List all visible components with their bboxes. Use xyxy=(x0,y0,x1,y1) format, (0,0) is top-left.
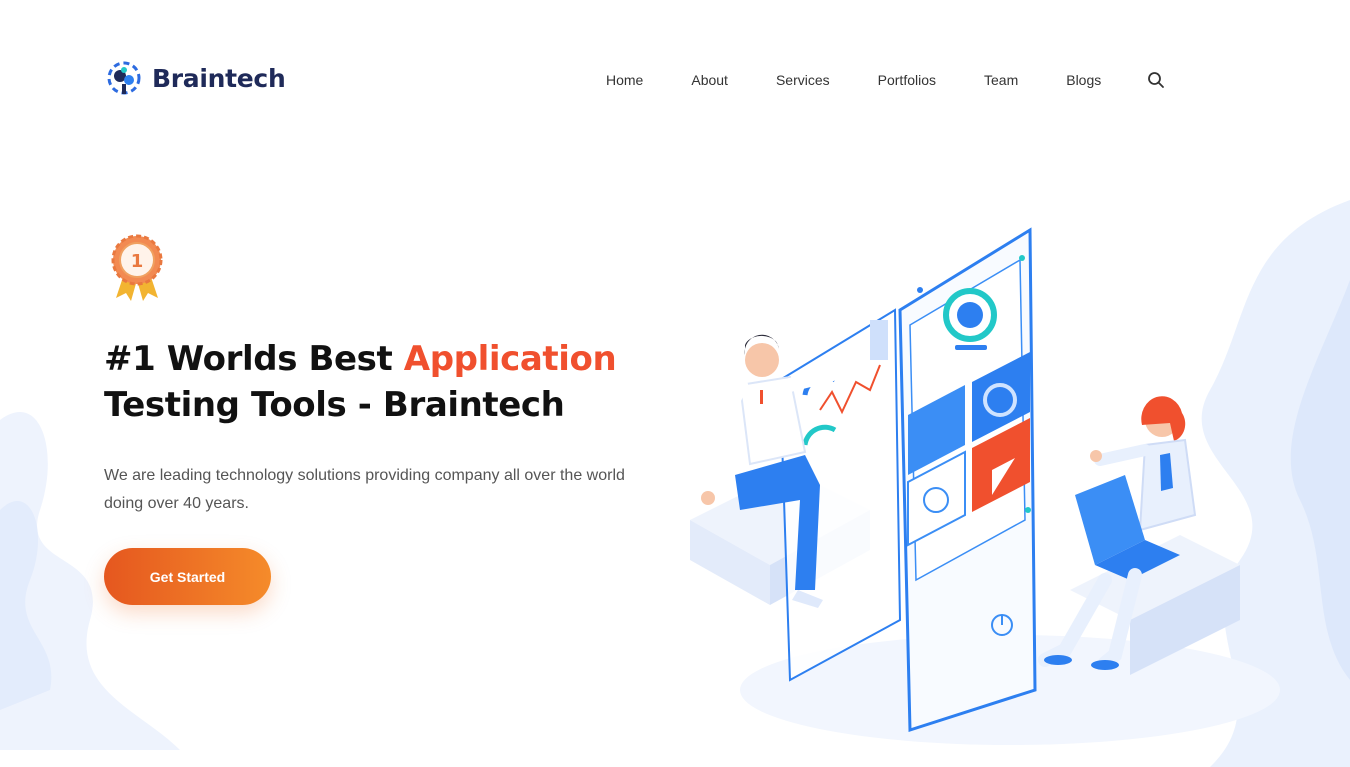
search-icon[interactable] xyxy=(1147,71,1165,89)
nav-item-blogs[interactable]: Blogs xyxy=(1066,70,1101,90)
hero-title: #1 Worlds Best Application Testing Tools … xyxy=(104,336,664,428)
brain-logo-icon xyxy=(107,61,141,95)
medal-number: 1 xyxy=(131,251,144,272)
nav-item-home[interactable]: Home xyxy=(606,70,643,90)
site-header: Braintech Home About Services Portfolios… xyxy=(0,0,1350,160)
hero-title-accent: Application xyxy=(403,339,617,379)
nav-item-services[interactable]: Services xyxy=(776,70,830,90)
medal-icon: 1 xyxy=(111,234,163,301)
brand-name: Braintech xyxy=(152,63,286,93)
get-started-button[interactable]: Get Started xyxy=(104,548,271,605)
hero-description: We are leading technology solutions prov… xyxy=(104,467,625,512)
nav-item-about[interactable]: About xyxy=(691,70,728,90)
hero-title-part1: #1 Worlds Best xyxy=(104,339,404,379)
brand-logo[interactable]: Braintech xyxy=(104,58,286,98)
nav-item-team[interactable]: Team xyxy=(984,70,1018,90)
app-testing-illustration xyxy=(690,227,1280,745)
phone-frame xyxy=(898,227,1037,733)
main-nav: Home About Services Portfolios Team Blog… xyxy=(606,70,1165,90)
nav-item-portfolios[interactable]: Portfolios xyxy=(878,70,936,90)
hero-title-part2: Testing Tools - Braintech xyxy=(104,385,565,425)
